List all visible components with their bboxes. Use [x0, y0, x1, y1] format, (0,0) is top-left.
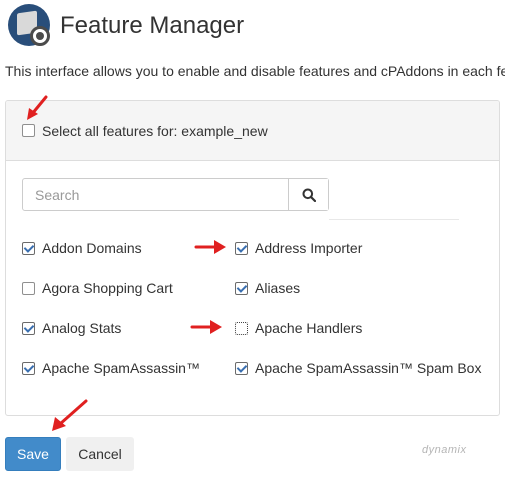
feature-checkbox[interactable]	[22, 361, 35, 375]
search-input[interactable]	[23, 179, 288, 210]
intro-text: This interface allows you to enable and …	[5, 63, 505, 79]
annotation-arrow-icon	[194, 240, 226, 254]
feature-item[interactable]: Agora Shopping Cart	[22, 280, 173, 296]
search-button[interactable]	[288, 179, 328, 210]
feature-item[interactable]: Addon Domains	[22, 240, 142, 256]
search-icon	[302, 188, 316, 202]
search-group	[22, 178, 329, 211]
feature-label: Apache SpamAssassin™ Spam Box	[255, 360, 482, 376]
feature-label: Aliases	[255, 280, 301, 296]
feature-checkbox[interactable]	[235, 241, 248, 255]
feature-label: Addon Domains	[42, 240, 142, 256]
divider	[329, 219, 459, 220]
feature-item[interactable]: Apache SpamAssassin™ Spam Box	[235, 360, 481, 376]
feature-item[interactable]: Apache Handlers	[235, 320, 362, 336]
page-header: Feature Manager	[8, 4, 244, 48]
feature-label: Apache SpamAssassin™	[42, 360, 200, 376]
feature-checkbox[interactable]	[22, 241, 35, 255]
feature-label: Address Importer	[255, 240, 363, 256]
feature-checkbox[interactable]	[235, 361, 248, 375]
cancel-button[interactable]: Cancel	[66, 437, 134, 471]
watermark: dynamix	[422, 444, 467, 456]
page-title: Feature Manager	[60, 12, 245, 39]
annotation-arrow-icon	[190, 320, 222, 334]
save-button[interactable]: Save	[5, 437, 61, 471]
feature-label: Analog Stats	[42, 320, 122, 336]
feature-item[interactable]: Apache SpamAssassin™	[22, 360, 200, 376]
feature-panel: Select all features for: example_new Add…	[5, 100, 500, 416]
feature-manager-logo-icon	[8, 4, 52, 48]
panel-heading: Select all features for: example_new	[6, 101, 499, 161]
select-all-label[interactable]: Select all features for: example_new	[42, 123, 268, 139]
feature-checkbox[interactable]	[235, 321, 248, 335]
select-all-checkbox[interactable]	[22, 124, 35, 137]
annotation-arrow-icon	[52, 399, 88, 431]
feature-checkbox[interactable]	[22, 321, 35, 335]
feature-label: Apache Handlers	[255, 320, 363, 336]
feature-checkbox[interactable]	[235, 281, 248, 295]
feature-label: Agora Shopping Cart	[42, 280, 173, 296]
feature-item[interactable]: Address Importer	[235, 240, 362, 256]
feature-item[interactable]: Analog Stats	[22, 320, 121, 336]
annotation-arrow-icon	[27, 95, 48, 120]
feature-item[interactable]: Aliases	[235, 280, 300, 296]
feature-checkbox[interactable]	[22, 281, 35, 295]
